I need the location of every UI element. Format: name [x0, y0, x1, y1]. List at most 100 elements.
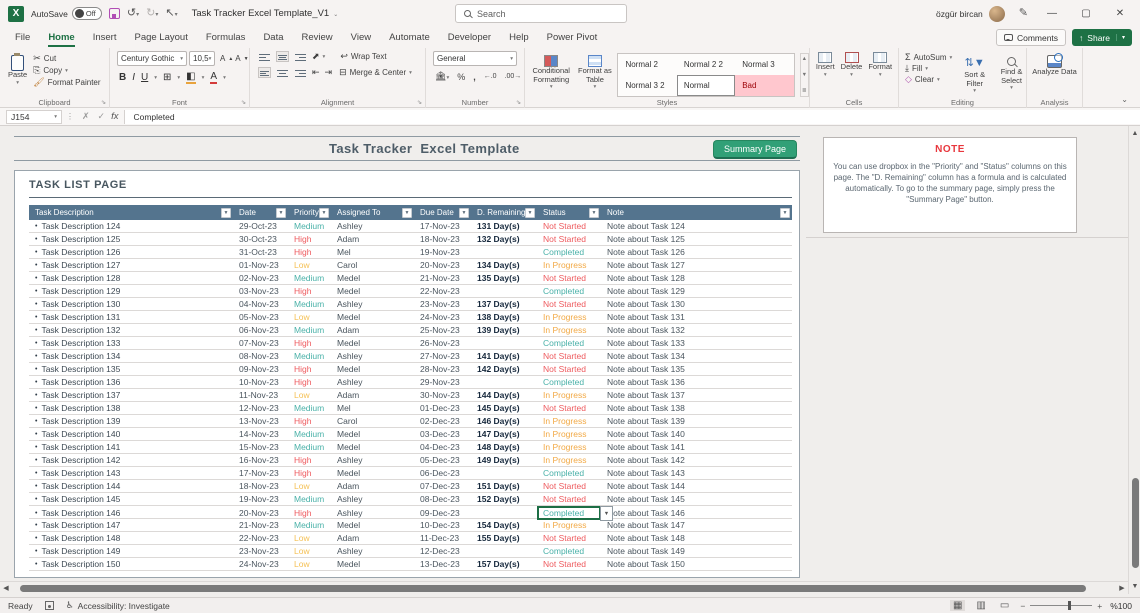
tab-view[interactable]: View: [342, 29, 380, 48]
status-cell[interactable]: Not Started: [537, 402, 601, 414]
autosave-pill[interactable]: Off: [72, 7, 102, 20]
assigned-to-cell[interactable]: Mel: [331, 402, 414, 414]
style-normal-2[interactable]: Normal 2: [618, 54, 676, 75]
macro-record-icon[interactable]: [45, 601, 54, 610]
date-cell[interactable]: 06-Nov-23: [233, 324, 288, 336]
task-description-cell[interactable]: •Task Description 140: [29, 428, 233, 440]
number-format-select[interactable]: General▾: [433, 51, 517, 66]
assigned-to-cell[interactable]: Medel: [331, 441, 414, 453]
priority-cell[interactable]: High: [288, 376, 331, 388]
filter-button-d-remaining[interactable]: ▼: [525, 208, 535, 218]
gallery-down-icon[interactable]: ▼: [802, 72, 807, 78]
status-cell[interactable]: Completed: [537, 545, 601, 557]
task-description-cell[interactable]: •Task Description 142: [29, 454, 233, 466]
tab-developer[interactable]: Developer: [439, 29, 500, 48]
increase-decimal-button[interactable]: ←.0: [484, 73, 497, 80]
days-remaining-cell[interactable]: [471, 246, 537, 258]
enter-icon[interactable]: ✓: [98, 111, 106, 122]
tab-insert[interactable]: Insert: [84, 29, 126, 48]
priority-cell[interactable]: High: [288, 285, 331, 297]
task-description-cell[interactable]: •Task Description 145: [29, 493, 233, 505]
date-cell[interactable]: 13-Nov-23: [233, 415, 288, 427]
status-cell[interactable]: Not Started: [537, 233, 601, 245]
task-description-cell[interactable]: •Task Description 135: [29, 363, 233, 375]
filter-button-note[interactable]: ▼: [780, 208, 790, 218]
normal-view-button[interactable]: ▦: [950, 600, 965, 611]
due-date-cell[interactable]: 23-Nov-23: [414, 298, 471, 310]
days-remaining-cell[interactable]: 132 Day(s): [471, 233, 537, 245]
status-cell[interactable]: Not Started: [537, 532, 601, 544]
date-cell[interactable]: 16-Nov-23: [233, 454, 288, 466]
note-cell[interactable]: Note about Task 134: [601, 350, 792, 362]
assigned-to-cell[interactable]: Medel: [331, 337, 414, 349]
font-size-select[interactable]: 10,5▾: [189, 51, 215, 66]
assigned-to-cell[interactable]: Ashley: [331, 220, 414, 232]
days-remaining-cell[interactable]: 135 Day(s): [471, 272, 537, 284]
date-cell[interactable]: 23-Nov-23: [233, 545, 288, 557]
task-description-cell[interactable]: •Task Description 138: [29, 402, 233, 414]
priority-cell[interactable]: Low: [288, 389, 331, 401]
due-date-cell[interactable]: 17-Nov-23: [414, 220, 471, 232]
tab-help[interactable]: Help: [500, 29, 538, 48]
maximize-button[interactable]: ▢: [1076, 8, 1096, 19]
format-painter-button[interactable]: 🖌︎Format Painter: [33, 78, 100, 87]
tab-formulas[interactable]: Formulas: [197, 29, 255, 48]
note-cell[interactable]: Note about Task 128: [601, 272, 792, 284]
days-remaining-cell[interactable]: 154 Day(s): [471, 519, 537, 531]
assigned-to-cell[interactable]: Ashley: [331, 493, 414, 505]
note-cell[interactable]: Note about Task 145: [601, 493, 792, 505]
filter-button-task-description[interactable]: ▼: [221, 208, 231, 218]
cut-button[interactable]: ✂Cut: [33, 54, 100, 63]
orientation-button[interactable]: ⬈▾: [312, 52, 325, 61]
assigned-to-cell[interactable]: Ashley: [331, 545, 414, 557]
due-date-cell[interactable]: 25-Nov-23: [414, 324, 471, 336]
task-description-cell[interactable]: •Task Description 133: [29, 337, 233, 349]
due-date-cell[interactable]: 06-Dec-23: [414, 467, 471, 479]
style-bad[interactable]: Bad: [735, 75, 793, 96]
horizontal-scrollbar[interactable]: ◀ ▶: [0, 581, 1128, 594]
gallery-up-icon[interactable]: ▲: [802, 56, 807, 62]
filter-button-date[interactable]: ▼: [276, 208, 286, 218]
assigned-to-cell[interactable]: Adam: [331, 233, 414, 245]
style-normal[interactable]: Normal: [677, 75, 735, 96]
date-cell[interactable]: 17-Nov-23: [233, 467, 288, 479]
task-description-cell[interactable]: •Task Description 125: [29, 233, 233, 245]
formula-input[interactable]: Completed: [124, 110, 1140, 124]
status-cell[interactable]: In Progress: [537, 441, 601, 453]
due-date-cell[interactable]: 29-Nov-23: [414, 376, 471, 388]
zoom-thumb[interactable]: [1068, 601, 1071, 610]
date-cell[interactable]: 30-Oct-23: [233, 233, 288, 245]
status-cell[interactable]: Not Started: [537, 298, 601, 310]
due-date-cell[interactable]: 10-Dec-23: [414, 519, 471, 531]
underline-dropdown-icon[interactable]: ▾: [154, 75, 157, 81]
task-description-cell[interactable]: •Task Description 132: [29, 324, 233, 336]
date-cell[interactable]: 24-Nov-23: [233, 558, 288, 570]
status-cell[interactable]: In Progress: [537, 454, 601, 466]
due-date-cell[interactable]: 24-Nov-23: [414, 311, 471, 323]
note-cell[interactable]: Note about Task 136: [601, 376, 792, 388]
date-cell[interactable]: 12-Nov-23: [233, 402, 288, 414]
note-cell[interactable]: Note about Task 135: [601, 363, 792, 375]
priority-cell[interactable]: High: [288, 337, 331, 349]
due-date-cell[interactable]: 11-Dec-23: [414, 532, 471, 544]
days-remaining-cell[interactable]: 146 Day(s): [471, 415, 537, 427]
due-date-cell[interactable]: 01-Dec-23: [414, 402, 471, 414]
tab-power-pivot[interactable]: Power Pivot: [538, 29, 607, 48]
priority-cell[interactable]: High: [288, 246, 331, 258]
status-cell[interactable]: In Progress: [537, 389, 601, 401]
decrease-indent-button[interactable]: ⇤: [312, 68, 320, 77]
dialog-launcher-icon[interactable]: ⇘: [101, 99, 106, 106]
status-cell[interactable]: Not Started: [537, 480, 601, 492]
due-date-cell[interactable]: 02-Dec-23: [414, 415, 471, 427]
priority-cell[interactable]: Medium: [288, 350, 331, 362]
due-date-cell[interactable]: 28-Nov-23: [414, 363, 471, 375]
date-cell[interactable]: 21-Nov-23: [233, 519, 288, 531]
status-dropdown-button[interactable]: ▼: [600, 506, 613, 521]
tab-file[interactable]: File: [6, 29, 39, 48]
days-remaining-cell[interactable]: 134 Day(s): [471, 259, 537, 271]
priority-cell[interactable]: High: [288, 363, 331, 375]
status-cell[interactable]: Not Started: [537, 220, 601, 232]
note-cell[interactable]: Note about Task 125: [601, 233, 792, 245]
due-date-cell[interactable]: 19-Nov-23: [414, 246, 471, 258]
align-center-button[interactable]: [276, 67, 289, 78]
